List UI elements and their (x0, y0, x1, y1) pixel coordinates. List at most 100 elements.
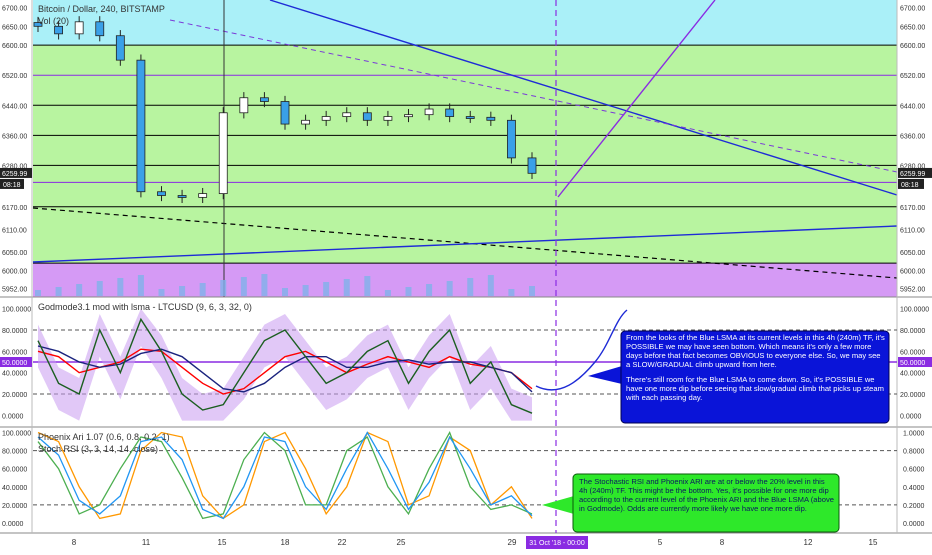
main-right-tick-2: 6600.00 (900, 43, 925, 50)
main-left-tick-10: 6050.00 (2, 250, 27, 257)
main-left-tick-4: 6440.00 (2, 103, 27, 110)
phoenix-right-tick-3: 0.4000 (903, 485, 925, 492)
main-left-tick-8: 6170.00 (2, 205, 27, 212)
candle-body-23 (383, 116, 393, 121)
x-highlight-label[interactable]: 31 Oct '18 - 00:00 (529, 540, 585, 547)
volume-bar-15 (220, 280, 227, 296)
volume-bar-22 (364, 276, 371, 296)
main-right-tick-1: 6650.00 (900, 24, 925, 31)
volume-bar-21 (343, 279, 350, 296)
volume-bar-28 (487, 275, 494, 296)
godmode-right-tick-3: 40.0000 (900, 371, 925, 378)
godmode-left-tick-1: 80.0000 (2, 328, 27, 335)
volume-bar-11 (137, 275, 144, 296)
volume-bar-12 (158, 289, 165, 296)
main-right-tick-9: 6110.00 (900, 227, 925, 234)
candle-body-18 (280, 101, 290, 125)
x-tick-0: 8 (72, 538, 77, 547)
main-chart-title: Bitcoin / Dollar, 240, BITSTAMP (38, 4, 165, 14)
candle-body-20 (321, 116, 331, 121)
main-right-tick-3: 6520.00 (900, 73, 925, 80)
candle-body-28 (486, 116, 496, 121)
main-right-tick-5: 6360.00 (900, 133, 925, 140)
volume-bar-17 (261, 274, 268, 296)
main-left-tick-5: 6360.00 (2, 133, 27, 140)
main-left-tick-11: 6000.00 (2, 269, 27, 276)
x-tick-2: 15 (218, 538, 227, 547)
phoenix-right-tick-5: 0.0000 (903, 521, 925, 528)
godmode-right-tick-0: 100.0000 (900, 307, 929, 314)
volume-bar-25 (426, 284, 433, 296)
main-right-tick-12: 5952.00 (900, 287, 925, 294)
candle-body-16 (239, 97, 249, 114)
phoenix-left-tick-2: 60.0000 (2, 467, 27, 474)
chart-root: 100.0000 100.0000 80.0000 80.0000 60.0000 60.… (0, 0, 932, 550)
main-left-tick-9: 6110.00 (2, 227, 27, 234)
phoenix-title: Phoenix Ari 1.07 (0.6, 0.8, 0.2, 1) (38, 432, 170, 442)
phoenix-left-tick-0: 100.0000 (2, 431, 31, 438)
volume-bar-14 (199, 283, 206, 296)
price-zones (33, 0, 897, 297)
volume-bar-9 (96, 281, 103, 296)
volume-bar-6 (35, 290, 41, 296)
x-tick-7: 5 (658, 538, 663, 547)
godmode-title: Godmode3.1 mod with lsma - LTCUSD (9, 6,… (38, 302, 252, 312)
volume-bar-18 (282, 288, 288, 296)
main-left-tick-2: 6600.00 (2, 43, 27, 50)
blue-annotation[interactable]: From the looks of the Blue LSMA at its c… (588, 330, 890, 424)
volume-bar-20 (323, 282, 330, 296)
candle-body-8 (74, 21, 84, 35)
phoenix-left-tick-3: 40.0000 (2, 485, 27, 492)
blue-annotation-text-container: From the looks of the Blue LSMA at its c… (626, 334, 885, 402)
phoenix-left-tick-1: 80.0000 (2, 449, 27, 456)
phoenix-left-tick-4: 20.0000 (2, 503, 27, 510)
green-annotation-paragraph-1: The Stochastic RSI and Phoenix ARI are a… (579, 478, 834, 513)
x-tick-1: 11 (142, 538, 151, 547)
godmode-left-tick-4: 20.0000 (2, 392, 27, 399)
green-annotation-text-container: The Stochastic RSI and Phoenix ARI are a… (579, 478, 834, 513)
phoenix-right-tick-1: 0.8000 (903, 449, 925, 456)
green-annotation[interactable]: The Stochastic RSI and Phoenix ARI are a… (542, 473, 840, 533)
volume-bar-24 (405, 287, 412, 296)
godmode-right-tick-4: 20.0000 (900, 392, 925, 399)
godmode-right-tick-1: 80.0000 (900, 328, 925, 335)
phoenix-right-tick-4: 0.2000 (903, 503, 925, 510)
candle-body-7 (54, 25, 63, 35)
candle-body-13 (177, 195, 187, 198)
godmode-left-tick-2: 60.0000 (2, 349, 27, 356)
candle-body-11 (136, 59, 146, 193)
x-tick-9: 12 (804, 538, 813, 547)
x-tick-4: 22 (338, 538, 347, 547)
main-left-tick-3: 6520.00 (2, 73, 27, 80)
godmode-right-tick-5: 0.0000 (900, 413, 922, 420)
trading-chart[interactable]: 100.0000 100.000080.0000 80.000060.0000 60.… (0, 0, 932, 550)
candle-body-25 (424, 108, 434, 116)
godmode-left-tick-0: 100.0000 (2, 307, 31, 314)
main-left-tick-0: 6700.00 (2, 6, 27, 13)
main-right-tick-4: 6440.00 (900, 103, 925, 110)
godmode-ref-right: 50.0000 (900, 360, 925, 367)
candle-body-9 (95, 21, 105, 37)
volume-bar-13 (179, 286, 186, 296)
volume-bar-29 (508, 289, 515, 296)
godmode-ref-left: 50.0000 (2, 360, 27, 367)
phoenix-right-tick-0: 1.0000 (903, 431, 925, 438)
x-tick-6: 29 (508, 538, 517, 547)
candle-body-22 (362, 112, 372, 121)
godmode-right-tick-2: 60.0000 (900, 349, 925, 356)
main-left-tick-12: 5952.00 (2, 287, 27, 294)
volume-bar-8 (76, 284, 83, 296)
candle-body-24 (404, 114, 413, 118)
x-tick-8: 8 (720, 538, 725, 547)
phoenix-right-tick-2: 0.6000 (903, 467, 925, 474)
volume-bar-27 (467, 278, 474, 296)
blue-annotation-paragraph-1: From the looks of the Blue LSMA at its c… (626, 334, 885, 369)
last-price-right: 6259.99 (900, 171, 925, 178)
candle-body-15 (218, 112, 228, 195)
candle-body-14 (198, 193, 208, 198)
volume-bar-26 (446, 281, 453, 296)
volume-bar-16 (240, 277, 247, 296)
volume-label: Vol (20) (38, 16, 69, 26)
candle-body-26 (445, 108, 455, 117)
last-price-left: 6259.99 (2, 171, 27, 178)
